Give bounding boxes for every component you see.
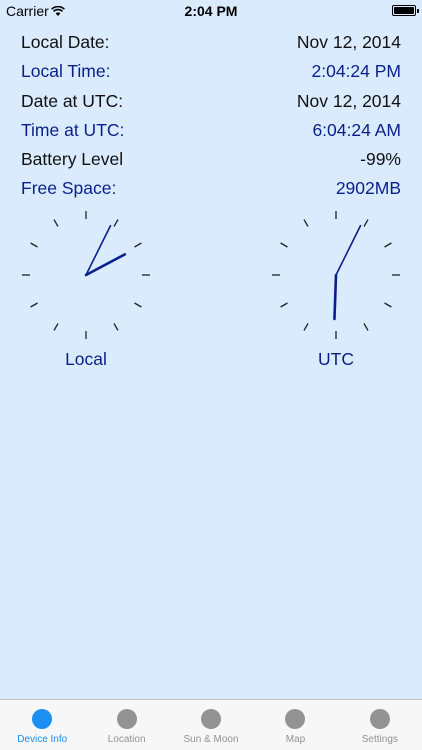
clock-tick xyxy=(303,219,309,227)
clock-tick xyxy=(384,242,392,248)
tab-bar: Device Info Location Sun & Moon Map Sett… xyxy=(0,699,422,750)
utc-time-value: 6:04:24 AM xyxy=(312,119,401,140)
clock-tick xyxy=(113,323,119,331)
utc-date-label: Date at UTC: xyxy=(21,90,124,111)
clock-tick xyxy=(134,242,142,248)
clock-tick xyxy=(280,302,288,308)
local-clock-label: Local xyxy=(65,349,107,369)
clock-tick xyxy=(134,302,142,308)
tab-location[interactable]: Location xyxy=(84,700,168,750)
tab-label: Settings xyxy=(361,734,398,745)
hour-hand xyxy=(333,273,338,321)
tab-settings[interactable]: Settings xyxy=(338,700,422,750)
utc-time-label: Time at UTC: xyxy=(21,119,125,140)
free-space-label: Free Space: xyxy=(21,178,117,199)
free-space-value: 2902MB xyxy=(335,178,401,199)
clock-tick xyxy=(53,323,59,331)
location-icon xyxy=(116,709,137,729)
status-bar: Carrier 2:04 PM xyxy=(0,0,422,22)
settings-icon xyxy=(369,709,390,729)
device-info-icon xyxy=(32,709,53,729)
clock-tick xyxy=(113,219,119,227)
clock-tick xyxy=(30,242,38,248)
tab-sun-moon[interactable]: Sun & Moon xyxy=(169,700,253,750)
utc-clock-label: UTC xyxy=(318,349,354,369)
device-info-table: Local Date: Nov 12, 2014 Local Time: 2:0… xyxy=(21,28,401,204)
local-time-label: Local Time: xyxy=(21,61,111,82)
tab-map[interactable]: Map xyxy=(253,700,337,750)
battery-level-label: Battery Level xyxy=(21,149,124,170)
status-time: 2:04 PM xyxy=(184,3,238,19)
clock-tick xyxy=(303,323,309,331)
battery-level-value: -99% xyxy=(360,149,401,170)
local-time-value: 2:04:24 PM xyxy=(311,61,402,82)
sun-moon-icon xyxy=(201,709,222,729)
clock-tick xyxy=(280,242,288,248)
clock-tick xyxy=(363,323,369,331)
utc-clock xyxy=(272,211,400,339)
clock-tick xyxy=(384,302,392,308)
clock-tick xyxy=(363,219,369,227)
battery-level-row: Battery Level -99% xyxy=(21,145,401,174)
free-space-row: Free Space: 2902MB xyxy=(21,174,401,203)
minute-hand xyxy=(335,224,362,276)
clock-tick xyxy=(30,302,38,308)
tab-label: Sun & Moon xyxy=(183,734,239,745)
utc-time-row: Time at UTC: 6:04:24 AM xyxy=(21,116,401,145)
tab-label: Location xyxy=(107,734,146,745)
battery-icon xyxy=(392,5,419,16)
tab-label: Map xyxy=(285,734,306,745)
clock-tick xyxy=(53,219,59,227)
tab-device-info[interactable]: Device Info xyxy=(0,700,84,750)
local-time-row: Local Time: 2:04:24 PM xyxy=(21,57,401,86)
utc-date-value: Nov 12, 2014 xyxy=(296,90,401,111)
local-date-row: Local Date: Nov 12, 2014 xyxy=(21,28,401,57)
local-date-value: Nov 12, 2014 xyxy=(296,32,401,52)
local-date-label: Local Date: xyxy=(21,32,110,52)
tab-label: Device Info xyxy=(17,734,68,745)
map-icon xyxy=(285,709,306,729)
utc-date-row: Date at UTC: Nov 12, 2014 xyxy=(21,87,401,116)
local-clock xyxy=(22,211,150,339)
